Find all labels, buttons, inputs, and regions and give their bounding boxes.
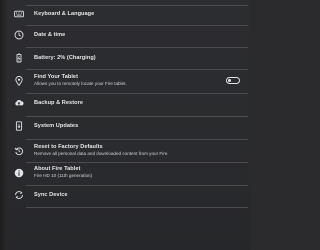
device-bezel xyxy=(0,0,7,250)
settings-item-sync-device[interactable]: Sync Device xyxy=(8,191,248,199)
settings-item-title: Keyboard & Language xyxy=(34,10,95,17)
divider xyxy=(26,139,248,140)
settings-item-subtitle: Allows you to remotely locate your Fire … xyxy=(34,81,127,86)
system-update-icon xyxy=(14,121,24,131)
settings-item-keyboard-language[interactable]: Keyboard & Language xyxy=(8,10,248,18)
divider xyxy=(26,25,248,26)
settings-item-subtitle: Remove all personal data and downloaded … xyxy=(34,151,169,156)
settings-item-title: Date & time xyxy=(34,31,66,38)
settings-item-title: Backup & Restore xyxy=(34,99,83,106)
divider xyxy=(26,5,248,6)
battery-icon xyxy=(14,53,24,63)
settings-item-battery[interactable]: Battery: 2% (Charging) xyxy=(8,53,248,63)
location-pin-icon xyxy=(14,76,24,86)
sync-icon xyxy=(14,190,24,200)
divider xyxy=(26,116,248,117)
reset-icon xyxy=(14,146,24,156)
clock-icon xyxy=(14,30,24,40)
divider xyxy=(26,207,248,208)
settings-item-title: About Fire Tablet xyxy=(34,166,81,172)
divider xyxy=(26,162,248,163)
divider xyxy=(26,185,248,186)
settings-item-title: Reset to Factory Defaults xyxy=(34,144,103,150)
settings-item-subtitle: Fire HD 10 (11th generation) xyxy=(34,173,93,178)
settings-item-about-fire-tablet[interactable]: About Fire Tablet Fire HD 10 (11th gener… xyxy=(8,166,248,180)
divider xyxy=(26,93,248,94)
settings-item-date-time[interactable]: Date & time xyxy=(8,30,248,40)
keyboard-icon xyxy=(14,9,24,19)
cloud-icon xyxy=(14,98,24,108)
settings-item-title: Battery: 2% (Charging) xyxy=(34,54,96,61)
settings-item-title: Sync Device xyxy=(34,191,68,198)
settings-item-title: System Updates xyxy=(34,122,79,129)
settings-item-reset-factory-defaults[interactable]: Reset to Factory Defaults Remove all per… xyxy=(8,144,248,158)
find-your-tablet-toggle[interactable] xyxy=(226,77,240,84)
settings-item-system-updates[interactable]: System Updates xyxy=(8,121,248,131)
info-icon xyxy=(14,168,24,178)
divider xyxy=(26,47,248,48)
settings-item-title: Find Your Tablet xyxy=(34,74,78,80)
settings-item-find-your-tablet[interactable]: Find Your Tablet Allows you to remotely … xyxy=(8,74,248,88)
settings-item-backup-restore[interactable]: Backup & Restore xyxy=(8,99,248,107)
divider xyxy=(26,69,248,70)
settings-screen: Keyboard & Language Date & time Battery:… xyxy=(0,0,250,250)
toggle-knob xyxy=(228,79,231,82)
